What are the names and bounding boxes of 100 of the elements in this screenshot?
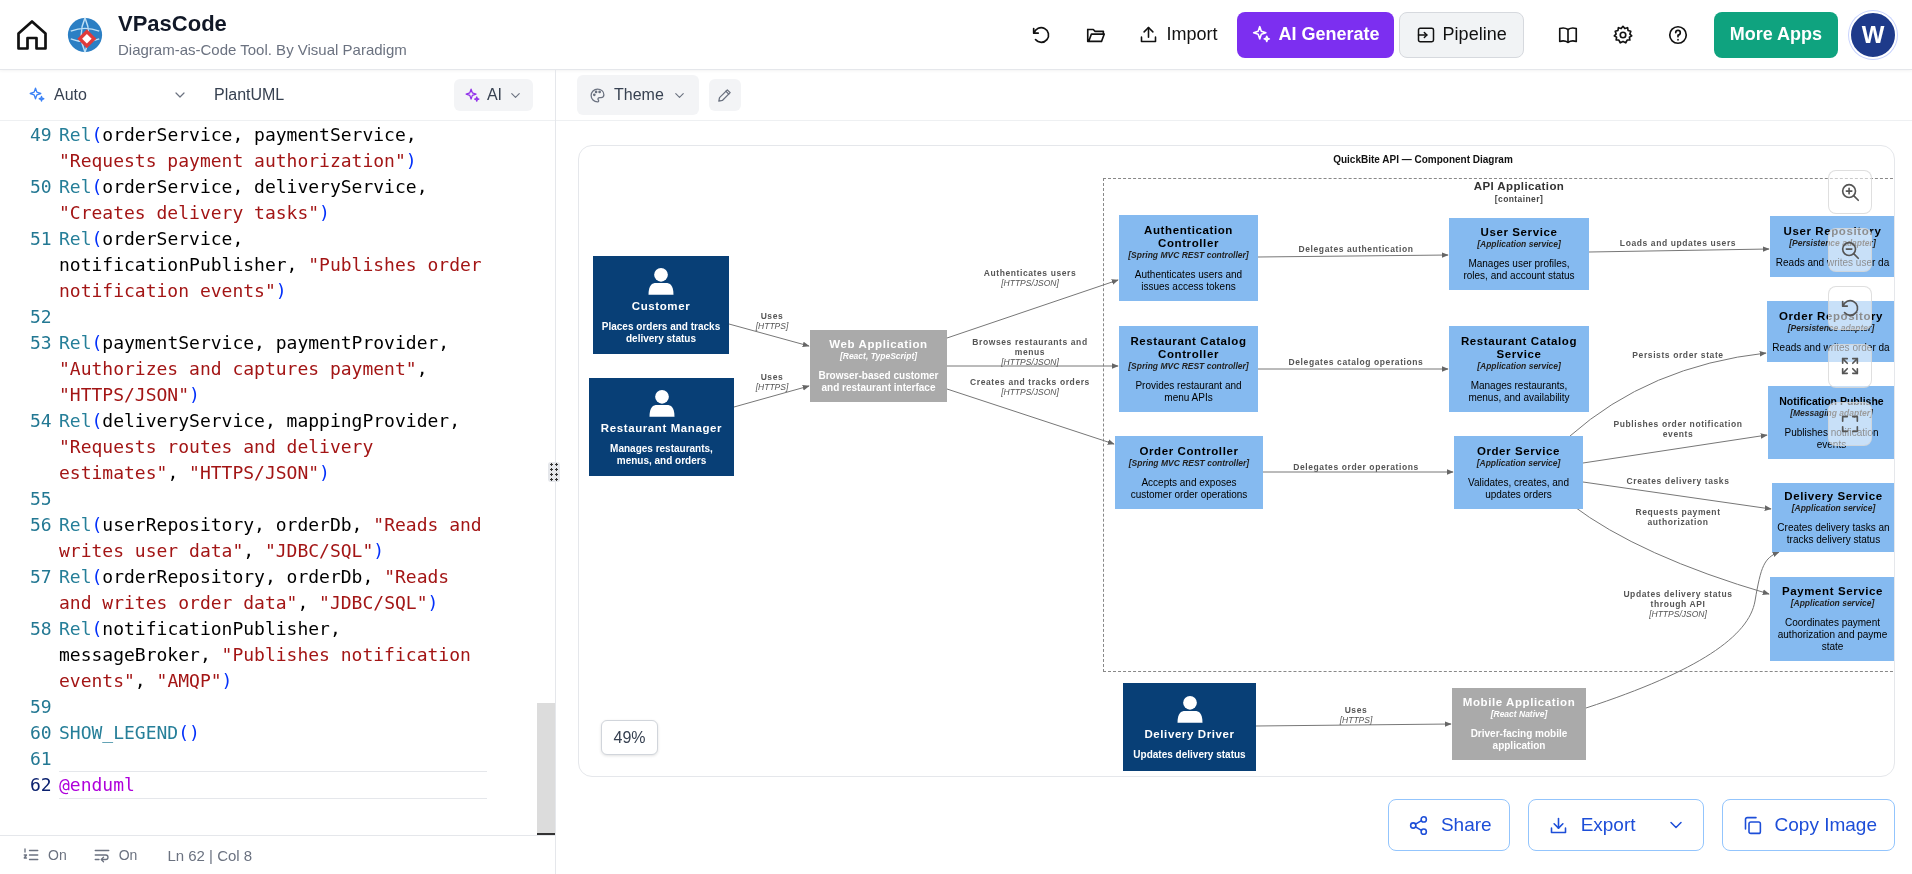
- node-technology: [React, TypeScript]: [839, 351, 918, 362]
- relation-label: Delegates catalog operations: [1288, 357, 1424, 367]
- relation-label: Delegates authentication: [1298, 244, 1414, 254]
- relation-label: Uses: [759, 372, 785, 382]
- relation-label: Publishes order notification events: [1613, 419, 1743, 439]
- sparkle-icon: [1250, 24, 1272, 45]
- node-description: Creates delivery tasks an tracks delivery status: [1777, 521, 1890, 546]
- node-title: Order Service: [1476, 444, 1561, 458]
- node-technology: [Application service]: [1477, 360, 1561, 372]
- relation-label: Uses: [1343, 705, 1369, 715]
- pencil-icon: [716, 86, 734, 104]
- node-technology: [Persistence adapter]: [1789, 237, 1876, 249]
- edit-button[interactable]: [708, 79, 741, 111]
- help-icon[interactable]: [1666, 23, 1689, 46]
- line-number: 59: [30, 696, 52, 717]
- line-number: 56: [30, 514, 52, 535]
- node-technology: [Messaging adapter]: [1790, 407, 1873, 419]
- mode-dropdown[interactable]: Auto: [28, 86, 188, 104]
- node-technology: [React Native]: [1490, 709, 1548, 720]
- relation-label: Persists order state: [1632, 350, 1724, 360]
- relation-label: Authenticates users: [983, 268, 1077, 278]
- word-wrap-toggle[interactable]: On: [92, 846, 138, 864]
- line-number: 49: [30, 124, 52, 145]
- zoom-in-button[interactable]: [1828, 170, 1872, 214]
- relation-label: Requests payment authorization: [1635, 507, 1721, 527]
- node-description: Provides restaurant and menu APIs: [1135, 379, 1242, 404]
- pipeline-button[interactable]: Pipeline: [1398, 11, 1524, 58]
- palette-icon: [589, 86, 606, 104]
- scrollbar-thumb[interactable]: [537, 703, 555, 835]
- code-text: Rel(orderService, notificationPublisher, "Publishes order notification events"): [59, 227, 483, 303]
- line-numbers-toggle[interactable]: On: [22, 846, 67, 864]
- cursor-position: Ln 62 | Col 8: [167, 846, 253, 864]
- code-text: SHOW_LEGEND(): [59, 721, 201, 745]
- node-technology: [Application service]: [1791, 502, 1876, 514]
- diagram-title: QuickBite API — Component Diagram: [1332, 154, 1514, 165]
- node-technology: [Application service]: [1790, 598, 1875, 609]
- line-number: 61: [30, 748, 52, 769]
- line-number: 51: [30, 228, 52, 249]
- node-description: Browser-based customer and restaurant interface: [818, 370, 939, 394]
- zoom-in-icon: [1839, 181, 1861, 203]
- zoom-level: 49%: [601, 720, 658, 755]
- line-number: 57: [30, 566, 52, 587]
- code-text: Rel(orderService, deliveryService, "Creates delivery tasks"): [59, 175, 429, 225]
- node-description: Driver-facing mobile application: [1470, 728, 1568, 752]
- line-number: 62: [30, 774, 52, 795]
- app-subtitle: Diagram-as-Code Tool. By Visual Paradigm: [118, 41, 407, 58]
- relation-technology: [HTTPS]: [1339, 715, 1373, 725]
- relation-label: Loads and updates users: [1619, 238, 1737, 248]
- share-button[interactable]: Share: [1387, 799, 1510, 851]
- ai-generate-button[interactable]: AI Generate: [1236, 11, 1394, 58]
- relation-technology: [HTTPS]: [755, 382, 789, 392]
- node-title: Customer: [631, 299, 691, 313]
- node-technology: [Persistence adapter]: [1787, 322, 1875, 334]
- node-description: Accepts and exposes customer order operations: [1130, 476, 1248, 501]
- sparkle-icon: [28, 86, 46, 104]
- export-button[interactable]: Export: [1527, 799, 1704, 851]
- node-technology: [Spring MVC REST controller]: [1128, 457, 1250, 469]
- app-title: VPasCode: [118, 11, 228, 37]
- language-tab[interactable]: PlantUML: [214, 86, 285, 104]
- node-title: Notification Publishe: [1779, 394, 1884, 408]
- node-description: Manages restaurants, menus, and orders: [610, 442, 713, 467]
- node-description: Places orders and tracks delivery status: [601, 320, 721, 345]
- theme-dropdown[interactable]: Theme: [577, 75, 699, 115]
- code-text: Rel(orderService, paymentService, "Requests payment authorization"): [59, 123, 418, 173]
- node-title: Restaurant Catalog Controller: [1129, 334, 1248, 361]
- node-description: Manages restaurants, menus, and availability: [1468, 379, 1570, 404]
- node-description: Authenticates users and issues access tokens: [1134, 268, 1243, 293]
- node-title: User Repository: [1783, 224, 1882, 238]
- relation-label: Creates delivery tasks: [1626, 476, 1730, 486]
- ai-button[interactable]: AI: [453, 79, 533, 111]
- import-button[interactable]: Import: [1137, 24, 1218, 45]
- code-text: Rel(userRepository, orderDb, "Reads and writes user data", "JDBC/SQL"): [59, 513, 483, 563]
- relation-label: Updates delivery status through API: [1623, 589, 1733, 609]
- node-technology: [Application service]: [1476, 457, 1561, 469]
- globe-logo-icon: [66, 15, 104, 54]
- node-title: Web Application: [829, 338, 928, 351]
- person-icon: [646, 265, 676, 296]
- node-title: Authentication Controller: [1143, 223, 1234, 250]
- node-description: Reads and writes user da: [1775, 256, 1890, 269]
- line-number: 55: [30, 488, 52, 509]
- relation-technology: [HTTPS/JSON]: [1000, 278, 1060, 288]
- node-title: User Service: [1480, 226, 1558, 239]
- node-title: Mobile Application: [1462, 696, 1576, 709]
- code-text: Rel(orderRepository, orderDb, "Reads and writes order data", "JDBC/SQL"): [59, 565, 451, 615]
- node-title: Delivery Driver: [1144, 727, 1235, 741]
- relation-label: Browses restaurants and menus: [972, 337, 1088, 357]
- avatar[interactable]: W: [1849, 10, 1897, 59]
- resize-handle[interactable]: [548, 462, 560, 482]
- relation-technology: [HTTPS/JSON]: [1648, 609, 1708, 619]
- node-technology: [Spring MVC REST controller]: [1128, 249, 1249, 261]
- copy-image-button[interactable]: Copy Image: [1721, 799, 1895, 851]
- line-number: 58: [30, 618, 52, 639]
- node-title: Restaurant Catalog Service: [1459, 334, 1579, 361]
- line-number: 50: [30, 176, 52, 197]
- node-technology: [Application service]: [1477, 239, 1561, 250]
- settings-icon[interactable]: [1611, 23, 1634, 46]
- node-title: Order Repository: [1778, 309, 1884, 323]
- line-number: 54: [30, 410, 52, 431]
- code-text: Rel(notificationPublisher, messageBroker, "Publishes notification events", "AMQP"): [59, 617, 472, 693]
- code-text: @enduml: [59, 773, 136, 797]
